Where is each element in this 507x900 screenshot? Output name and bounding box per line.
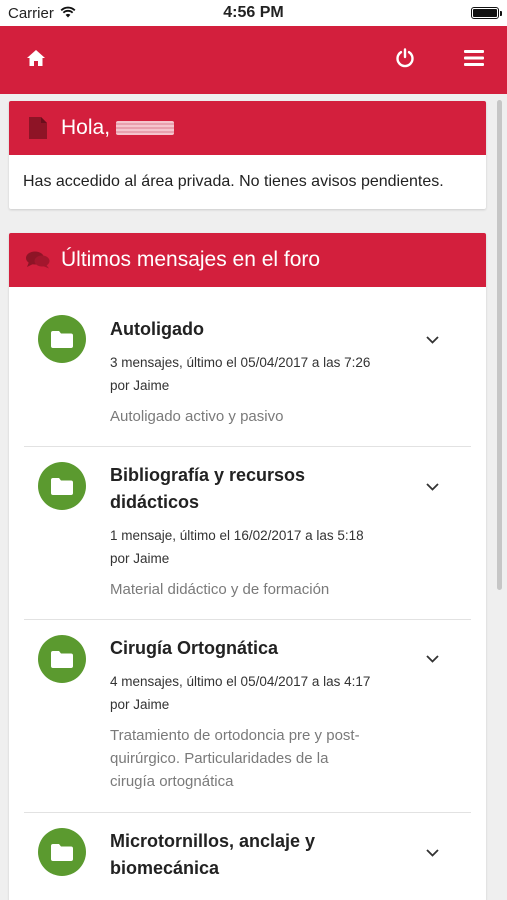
- chevron-down-icon[interactable]: [424, 332, 440, 348]
- forum-item-author: por Jaime: [110, 378, 170, 393]
- home-icon: [26, 49, 46, 72]
- status-right: [339, 7, 502, 19]
- chat-icon: [25, 251, 51, 269]
- scrollbar[interactable]: [497, 100, 502, 590]
- menu-button[interactable]: [446, 26, 502, 94]
- chevron-down-icon[interactable]: [424, 651, 440, 667]
- forum-item-meta: 3 mensajes, último el 05/04/2017 a las 7…: [110, 355, 371, 370]
- forum-title: Últimos mensajes en el foro: [61, 248, 321, 271]
- menu-icon: [464, 49, 484, 71]
- chevron-down-icon[interactable]: [424, 845, 440, 861]
- forum-item-title-cont: didácticos: [110, 492, 200, 512]
- forum-item-description: Autoligado activo y pasivo: [110, 408, 284, 425]
- status-bar: Carrier 4:56 PM: [0, 0, 507, 26]
- forum-card-header: Últimos mensajes en el foro: [9, 233, 486, 287]
- forum-item-text: Bibliografía y recursos didácticos 1 men…: [110, 462, 380, 601]
- status-left: Carrier: [8, 5, 168, 22]
- forum-item-title-cont: biomecánica: [110, 858, 220, 878]
- document-icon: [25, 117, 51, 139]
- folder-icon: [38, 828, 86, 876]
- folder-icon: [38, 635, 86, 683]
- forum-list: Autoligado 3 mensajes, último el 05/04/2…: [9, 287, 486, 900]
- forum-item[interactable]: Bibliografía y recursos didácticos 1 men…: [24, 447, 471, 620]
- power-icon: [395, 47, 415, 73]
- forum-item-author: por Jaime: [110, 551, 170, 566]
- forum-item-title: Autoligado: [110, 319, 204, 339]
- wifi-icon: [60, 5, 76, 22]
- forum-item-text: Autoligado 3 mensajes, último el 05/04/2…: [110, 316, 380, 428]
- forum-item[interactable]: Microtornillos, anclaje y biomecánica: [24, 813, 471, 900]
- chevron-down-icon[interactable]: [424, 479, 440, 495]
- greeting-title: Hola,: [61, 116, 111, 139]
- status-time: 4:56 PM: [223, 4, 284, 21]
- forum-item-meta: 1 mensaje, último el 16/02/2017 a las 5:…: [110, 528, 364, 543]
- forum-item-description: Material didáctico y de formación: [110, 581, 330, 598]
- forum-item-text: Microtornillos, anclaje y biomecánica: [110, 828, 380, 882]
- forum-item[interactable]: Cirugía Ortognática 4 mensajes, último e…: [24, 620, 471, 813]
- battery-icon: [471, 7, 502, 19]
- folder-icon: [38, 315, 86, 363]
- forum-item-description: Tratamiento de ortodoncia pre y post-: [110, 727, 360, 744]
- forum-item-title: Microtornillos, anclaje y: [110, 831, 316, 851]
- greeting-message: Has accedido al área privada. No tienes …: [23, 173, 444, 190]
- forum-item-title: Cirugía Ortognática: [110, 638, 279, 658]
- carrier-label: Carrier: [8, 4, 54, 22]
- forum-item-description: quirúrgico. Particularidades de la: [110, 750, 329, 767]
- forum-item-description: cirugía ortognática: [110, 773, 234, 790]
- greeting-card: Hola, Has accedido al área privada. No t…: [9, 101, 486, 209]
- forum-item-title: Bibliografía y recursos: [110, 465, 306, 485]
- forum-item-text: Cirugía Ortognática 4 mensajes, último e…: [110, 635, 380, 793]
- greeting-card-header: Hola,: [9, 101, 486, 155]
- forum-item-meta: 4 mensajes, último el 05/04/2017 a las 4…: [110, 674, 371, 689]
- folder-icon: [38, 462, 86, 510]
- power-button[interactable]: [377, 26, 433, 94]
- forum-item-author: por Jaime: [110, 697, 170, 712]
- home-button[interactable]: [8, 26, 64, 94]
- app-bar: [0, 26, 507, 94]
- forum-item[interactable]: Autoligado 3 mensajes, último el 05/04/2…: [24, 287, 471, 447]
- forum-card: Últimos mensajes en el foro Autoligado 3…: [9, 233, 486, 900]
- redacted-username: [116, 121, 175, 135]
